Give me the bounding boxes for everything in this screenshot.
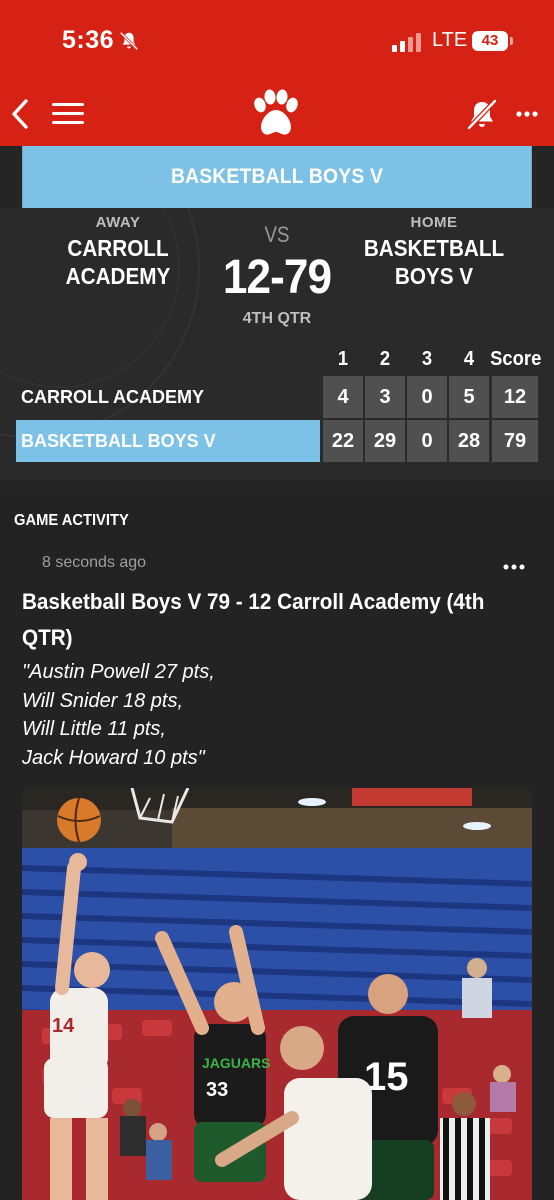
quarter-header-3: 3: [421, 348, 433, 370]
home-total-score: 79: [492, 420, 538, 462]
home-q3-score: 0: [407, 420, 447, 462]
game-period: 4TH QTR: [242, 310, 312, 327]
status-time: 5:36: [62, 26, 115, 54]
post-title: Basketball Boys V 79 - 12 Carroll Academ…: [22, 589, 485, 650]
away-q1-score: 4: [323, 376, 363, 418]
away-row-team: CARROLL ACADEMY: [21, 387, 204, 407]
back-arrow-icon[interactable]: [6, 96, 38, 132]
total-score-header: Score: [490, 348, 542, 370]
versus-label: VS: [264, 222, 290, 247]
network-type: LTE: [432, 29, 468, 51]
battery-tip: [510, 37, 513, 45]
section-title: GAME ACTIVITY: [14, 512, 129, 529]
away-label: AWAY: [95, 214, 141, 231]
bell-muted-icon: [119, 31, 139, 51]
home-team-name: BASKETBALL BOYS V: [363, 235, 505, 289]
hamburger-menu-icon[interactable]: [50, 100, 86, 128]
home-row-team: BASKETBALL BOYS V: [16, 420, 320, 462]
away-q4-score: 5: [449, 376, 489, 418]
home-q2-score: 29: [365, 420, 405, 462]
home-label: HOME: [410, 214, 458, 231]
away-q3-score: 0: [407, 376, 447, 418]
post-timestamp: 8 seconds ago: [42, 554, 147, 571]
home-q4-score: 28: [449, 420, 489, 462]
cell-signal-icon: [392, 30, 422, 52]
away-total-score: 12: [492, 376, 538, 418]
notifications-off-icon[interactable]: [464, 98, 500, 132]
battery-level: 43: [472, 31, 508, 51]
home-q1-score: 22: [323, 420, 363, 462]
paw-icon: [254, 89, 298, 135]
jersey-number-14: 14: [52, 1015, 75, 1037]
game-activity-section: GAME ACTIVITY 8 seconds ago Basketball B…: [0, 496, 554, 1200]
game-photo-image: 14 JAGUARS 33 15: [22, 788, 532, 1200]
away-q2-score: 3: [365, 376, 405, 418]
game-photo[interactable]: 14 JAGUARS 33 15: [22, 788, 532, 1200]
sport-title-banner: BASKETBALL BOYS V: [22, 146, 532, 208]
jersey-number-33: 33: [206, 1079, 228, 1101]
post-body: "Austin Powell 27 pts, Will Snider 18 pt…: [22, 661, 215, 769]
more-options-icon[interactable]: [514, 106, 542, 122]
post-more-options-icon[interactable]: [500, 560, 528, 574]
away-team[interactable]: AWAY CARROLL ACADEMY: [18, 214, 218, 290]
scoreboard: AWAY CARROLL ACADEMY VS 12-79 4TH QTR HO…: [0, 208, 554, 480]
jersey-text-jaguars: JAGUARS: [202, 1055, 270, 1071]
app-header: 5:36 LTE 43: [0, 0, 554, 146]
quarter-header-4: 4: [463, 348, 475, 370]
quarter-header-2: 2: [379, 348, 391, 370]
home-team[interactable]: HOME BASKETBALL BOYS V: [334, 214, 534, 290]
away-team-name: CARROLL ACADEMY: [65, 235, 171, 289]
quarter-header-1: 1: [337, 348, 349, 370]
